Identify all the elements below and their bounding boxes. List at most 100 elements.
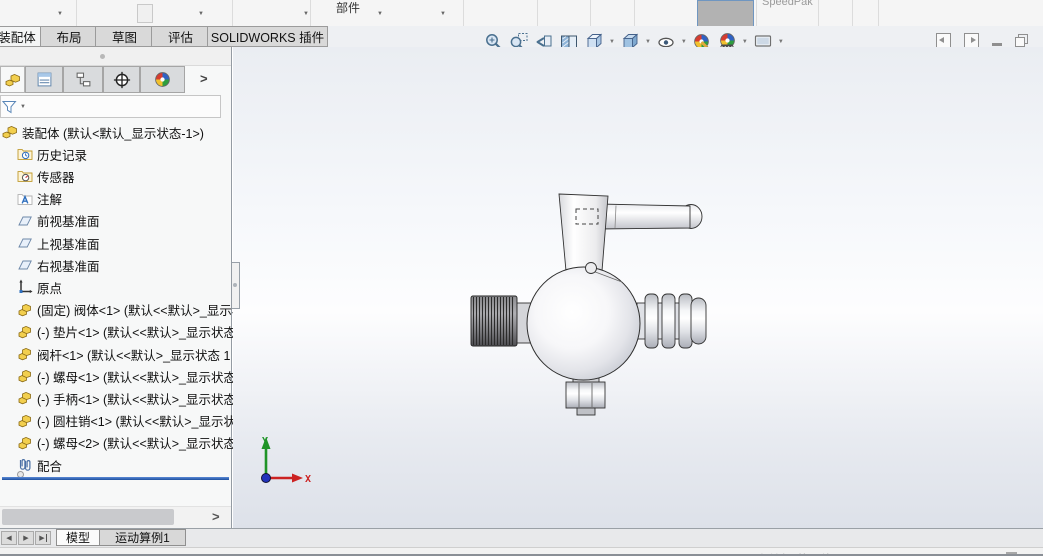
tree-item-label: 上视基准面 — [37, 237, 100, 252]
tree-item-label: (-) 圆柱销<1> (默认<<默认>_显示状 — [37, 415, 236, 430]
tab-display-manager[interactable] — [140, 66, 185, 93]
collapse-right-pane-icon[interactable] — [964, 33, 979, 48]
dropdown-caret-icon[interactable]: ▼ — [440, 11, 446, 17]
tree-item-label: 配合 — [37, 459, 63, 474]
tree-item-nut-2[interactable]: (-) 螺母<2> (默认<<默认>_显示状态 — [0, 432, 248, 454]
triad-y-label: Y — [262, 436, 268, 447]
ribbon-separator — [76, 0, 77, 26]
tab-evaluate[interactable]: 评估 — [151, 26, 210, 47]
tree-item-label: (-) 螺母<1> (默认<<默认>_显示状态 — [37, 370, 236, 385]
tree-root-assembly[interactable]: 装配体 (默认<默认_显示状态-1>) — [0, 121, 233, 143]
valve-assembly-model[interactable] — [440, 170, 730, 430]
tree-item-origin[interactable]: 原点 — [0, 276, 248, 298]
ribbon-button-component[interactable]: 部件 — [336, 0, 360, 16]
dropdown-caret-icon[interactable]: ▼ — [303, 11, 309, 17]
annotations-icon — [17, 191, 33, 207]
tree-item-valve-body[interactable]: (固定) 阀体<1> (默认<<默认>_显示状态 — [0, 299, 248, 321]
tree-item-handle[interactable]: (-) 手柄<1> (默认<<默认>_显示状态 — [0, 387, 248, 409]
ribbon-separator — [634, 0, 635, 26]
tree-item-label: (-) 螺母<2> (默认<<默认>_显示状态 — [37, 437, 236, 452]
pin-boss — [585, 262, 597, 274]
ribbon-separator — [232, 0, 233, 26]
dropdown-caret-icon[interactable]: ▼ — [377, 11, 383, 17]
tree-item-sensors[interactable]: 传感器 — [0, 165, 248, 187]
tree-item-label: 传感器 — [37, 170, 75, 185]
tree-filter-box[interactable]: ▼ — [0, 95, 221, 118]
feature-manager-panel: > ▼ 装配体 (默认<默认_显示状态-1>) 历史记录 传感器 注解 前视基准… — [0, 47, 248, 528]
window-controls — [936, 33, 1028, 48]
tab-layout[interactable]: 布局 — [40, 26, 98, 47]
origin-icon — [17, 279, 33, 295]
valve-body-sphere — [526, 266, 641, 381]
nav-left-icon: ◀ — [6, 535, 12, 542]
dropdown-caret-icon[interactable]: ▼ — [198, 11, 204, 17]
coordinate-triad: Y X — [261, 436, 311, 485]
display-style-caret-icon[interactable]: ▼ — [645, 39, 651, 45]
tab-motion-study[interactable]: 运动算例1 — [99, 529, 186, 546]
tree-item-nut-1[interactable]: (-) 螺母<1> (默认<<默认>_显示状态 — [0, 365, 248, 387]
part-icon — [17, 435, 33, 451]
tab-layout-label: 布局 — [56, 31, 82, 45]
view-settings-caret-icon[interactable]: ▼ — [778, 39, 784, 45]
graphics-viewport[interactable]: Y X — [232, 47, 1043, 528]
filter-funnel-icon — [2, 100, 17, 113]
ribbon-separator — [463, 0, 464, 26]
tree-item-label: 阀杆<1> (默认<<默认>_显示状态 1 — [37, 348, 231, 363]
nav-right-icon: ▶ — [23, 535, 29, 542]
panel-top-splitter[interactable] — [0, 47, 231, 66]
tab-assembly-label: 装配体 — [0, 31, 36, 45]
apply-scene-caret-icon[interactable]: ▼ — [742, 39, 748, 45]
ribbon-button-speedpak[interactable]: SpeedPak — [762, 0, 813, 8]
tree-item-mates[interactable]: 配合 — [0, 454, 248, 476]
ribbon-separator — [537, 0, 538, 26]
tree-horizontal-scrollbar[interactable]: > — [0, 506, 231, 528]
history-icon — [17, 146, 33, 162]
panel-splitter-handle[interactable] — [232, 262, 240, 309]
collapse-left-pane-icon[interactable] — [936, 33, 951, 48]
tree-item-right-plane[interactable]: 右视基准面 — [0, 254, 248, 276]
ribbon-separator — [310, 0, 311, 26]
tab-dimxpert-manager[interactable] — [103, 66, 140, 93]
view-orientation-caret-icon[interactable]: ▼ — [609, 39, 615, 45]
tree-item-gasket[interactable]: (-) 垫片<1> (默认<<默认>_显示状态 — [0, 321, 248, 343]
tree-item-valve-stem[interactable]: 阀杆<1> (默认<<默认>_显示状态 1 — [0, 343, 248, 365]
part-icon — [17, 368, 33, 384]
tab-property-manager[interactable] — [25, 66, 63, 93]
tree-item-front-plane[interactable]: 前视基准面 — [0, 210, 248, 232]
ribbon-pressed-button[interactable] — [697, 0, 754, 27]
tab-motion-study-label: 运动算例1 — [115, 531, 170, 545]
nav-last-button[interactable]: ▶ — [35, 531, 51, 545]
nav-first-button[interactable]: ◀ — [1, 531, 17, 545]
tree-item-history[interactable]: 历史记录 — [0, 143, 248, 165]
panel-expand-chevron[interactable]: > — [200, 71, 208, 86]
rollback-bar[interactable] — [2, 477, 229, 480]
nav-next-button[interactable]: ▶ — [18, 531, 34, 545]
tab-sketch[interactable]: 草图 — [95, 26, 154, 47]
scroll-right-chevron[interactable]: > — [212, 509, 220, 524]
display-manager-colorball-icon — [154, 71, 171, 88]
tree-item-label: 注解 — [37, 193, 63, 208]
filter-caret-icon[interactable]: ▼ — [20, 104, 26, 110]
tree-item-annotations[interactable]: 注解 — [0, 188, 248, 210]
property-manager-icon — [37, 72, 51, 87]
dropdown-caret-icon[interactable]: ▼ — [57, 11, 63, 17]
plane-icon — [17, 235, 33, 251]
part-icon — [17, 324, 33, 340]
minimize-icon[interactable] — [992, 43, 1002, 46]
tree-item-top-plane[interactable]: 上视基准面 — [0, 232, 248, 254]
hide-show-caret-icon[interactable]: ▼ — [681, 39, 687, 45]
tab-addins-label: SOLIDWORKS 插件 — [210, 31, 325, 45]
tab-configuration-manager[interactable] — [63, 66, 103, 93]
part-icon — [17, 346, 33, 362]
tab-model[interactable]: 模型 — [56, 529, 100, 546]
configuration-manager-icon — [76, 72, 90, 87]
tree-item-cylindrical-pin[interactable]: (-) 圆柱销<1> (默认<<默认>_显示状 — [0, 410, 248, 432]
bottom-nut — [565, 381, 606, 409]
tab-featuremanager-tree[interactable] — [0, 66, 25, 93]
status-bar-icon — [1006, 552, 1017, 554]
scrollbar-thumb[interactable] — [2, 509, 174, 525]
tab-addins[interactable]: SOLIDWORKS 插件 — [207, 26, 328, 47]
ribbon-separator — [852, 0, 853, 26]
tab-assembly[interactable]: 装配体 — [0, 26, 42, 47]
restore-window-icon[interactable] — [1015, 34, 1028, 47]
